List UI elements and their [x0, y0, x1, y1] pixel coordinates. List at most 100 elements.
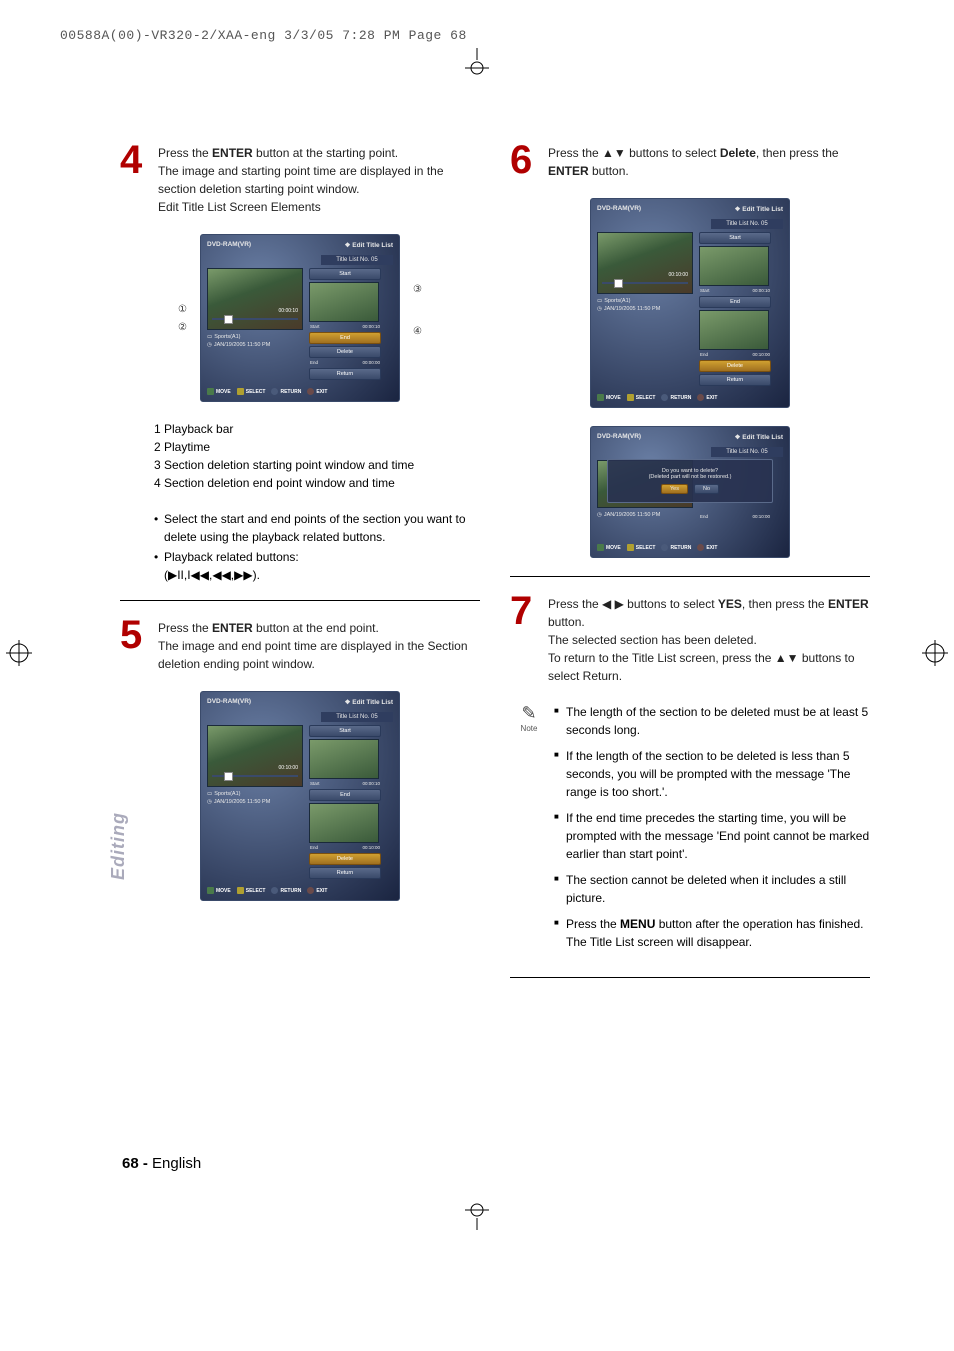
- osd-menu-title: ❖ Edit Title List: [345, 698, 393, 706]
- osd-progress-time: 00:10:00: [669, 272, 688, 278]
- osd-info-date: JAN/19/2005 11:50 PM: [214, 799, 270, 807]
- t: button.: [548, 615, 585, 629]
- t: button.: [589, 164, 629, 178]
- t: Delete: [720, 146, 756, 160]
- list-item: 4 Section deletion end point window and …: [154, 474, 480, 492]
- osd-preview: 00:10:00: [597, 232, 693, 294]
- t: RETURN: [280, 888, 301, 894]
- exit-icon: [697, 544, 704, 551]
- osd-info-title: Sports(A1): [214, 334, 240, 342]
- step-6: 6 Press the ▲▼ buttons to select Delete,…: [510, 140, 870, 180]
- t: YES: [718, 597, 742, 611]
- osd-info: ▭ Sports(A1) ◷ JAN/19/2005 11:50 PM: [207, 791, 303, 806]
- t: 00:10:00: [752, 514, 770, 519]
- osd-footer: MOVE SELECT RETURN EXIT: [597, 394, 783, 401]
- osd-delete-btn: Delete: [699, 360, 771, 372]
- right-column: 6 Press the ▲▼ buttons to select Delete,…: [510, 140, 870, 992]
- divider: [510, 977, 870, 978]
- osd-progress: 00:10:00: [212, 773, 298, 780]
- osd-step5: DVD-RAM(VR) ❖ Edit Title List Title List…: [200, 691, 400, 901]
- t: button at the end point.: [253, 621, 379, 635]
- osd-preview: 00:00:10: [207, 268, 303, 330]
- clock-icon: ◷: [207, 342, 212, 350]
- osd-info-title: Sports(A1): [604, 298, 630, 306]
- step-6-text: Press the ▲▼ buttons to select Delete, t…: [548, 140, 870, 180]
- divider: [510, 576, 870, 577]
- osd-title-no: Title List No. 05: [711, 219, 783, 229]
- t: EXIT: [706, 395, 717, 401]
- list-item: 1 Playback bar: [154, 420, 480, 438]
- title-icon: ▭: [597, 298, 602, 306]
- osd-progress: 00:00:10: [212, 316, 298, 323]
- clock-icon: ◷: [597, 512, 602, 520]
- t: Start: [700, 288, 710, 293]
- move-icon: [207, 887, 214, 894]
- osd-end-btn: End: [309, 332, 381, 344]
- osd-return-btn: Return: [699, 374, 771, 386]
- t: Edit Title List: [742, 206, 783, 213]
- osd-start-btn: Start: [699, 232, 771, 244]
- exit-icon: [307, 887, 314, 894]
- return-icon: [661, 394, 668, 401]
- move-icon: [597, 394, 604, 401]
- select-icon: [237, 887, 244, 894]
- playback-symbols: (▶II,I◀◀,◀◀,▶▶).: [164, 568, 480, 582]
- t: EXIT: [706, 545, 717, 551]
- section-tab: Editing: [108, 812, 129, 880]
- t: End: [700, 352, 708, 357]
- t: SELECT: [246, 389, 266, 395]
- callout-2: ②: [178, 322, 187, 333]
- t: SELECT: [636, 545, 656, 551]
- list-item: 3 Section deletion starting point window…: [154, 456, 480, 474]
- osd-info-date: JAN/19/2005 11:50 PM: [604, 306, 660, 314]
- t: End: [700, 514, 708, 519]
- t: Start: [310, 324, 320, 329]
- select-icon: [627, 544, 634, 551]
- t: ENTER: [548, 164, 589, 178]
- t: Press the: [158, 146, 212, 160]
- t: ENTER: [828, 597, 869, 611]
- crop-mark-top: [457, 48, 497, 78]
- step-7-number: 7: [510, 591, 538, 685]
- t: End: [310, 360, 318, 365]
- step-5: 5 Press the ENTER button at the end poin…: [120, 615, 480, 673]
- osd-progress-time: 00:10:00: [279, 765, 298, 771]
- osd-step6a: DVD-RAM(VR) ❖ Edit Title List Title List…: [590, 198, 790, 408]
- osd-return-btn: Return: [309, 867, 381, 879]
- osd-end-btn: End: [699, 296, 771, 308]
- t: MOVE: [606, 545, 621, 551]
- clock-icon: ◷: [207, 799, 212, 807]
- page-footer: 68 - English: [122, 1155, 201, 1172]
- t: 00:10:00: [752, 352, 770, 357]
- osd-delete-btn: Delete: [309, 346, 381, 358]
- t: ENTER: [212, 621, 253, 635]
- list-item: Playback related buttons:: [154, 548, 480, 566]
- osd-end-thumb: [699, 310, 769, 350]
- osd-step4-wrap: ① ② ③ ④ DVD-RAM(VR) ❖ Edit Title List Ti…: [200, 234, 400, 402]
- step-5-text: Press the ENTER button at the end point.…: [158, 615, 480, 673]
- osd-media: DVD-RAM(VR): [207, 698, 251, 706]
- bullet-list: Select the start and end points of the s…: [154, 510, 480, 566]
- list-item: Select the start and end points of the s…: [154, 510, 480, 546]
- osd-start-thumb: [699, 246, 769, 286]
- t: MOVE: [216, 389, 231, 395]
- t: MOVE: [216, 888, 231, 894]
- register-mark-left: [6, 640, 32, 671]
- t: Press the: [566, 917, 620, 931]
- element-list: 1 Playback bar 2 Playtime 3 Section dele…: [154, 420, 480, 492]
- move-icon: [597, 544, 604, 551]
- step-4-text: Press the ENTER button at the starting p…: [158, 140, 480, 216]
- crop-mark-bottom: [457, 1200, 497, 1230]
- osd-start-btn: Start: [309, 268, 381, 280]
- select-icon: [237, 388, 244, 395]
- osd-info: ▭ Sports(A1) ◷ JAN/19/2005 11:50 PM: [207, 334, 303, 349]
- note-icon: ✎: [514, 703, 544, 724]
- osd-info: ◷ JAN/19/2005 11:50 PM: [597, 512, 693, 520]
- osd-media: DVD-RAM(VR): [597, 433, 641, 441]
- t: End: [310, 845, 318, 850]
- t: RETURN: [670, 395, 691, 401]
- title-icon: ▭: [207, 334, 212, 342]
- osd-start-thumb: [309, 282, 379, 322]
- t: , then press the: [742, 597, 828, 611]
- osd-media: DVD-RAM(VR): [597, 205, 641, 213]
